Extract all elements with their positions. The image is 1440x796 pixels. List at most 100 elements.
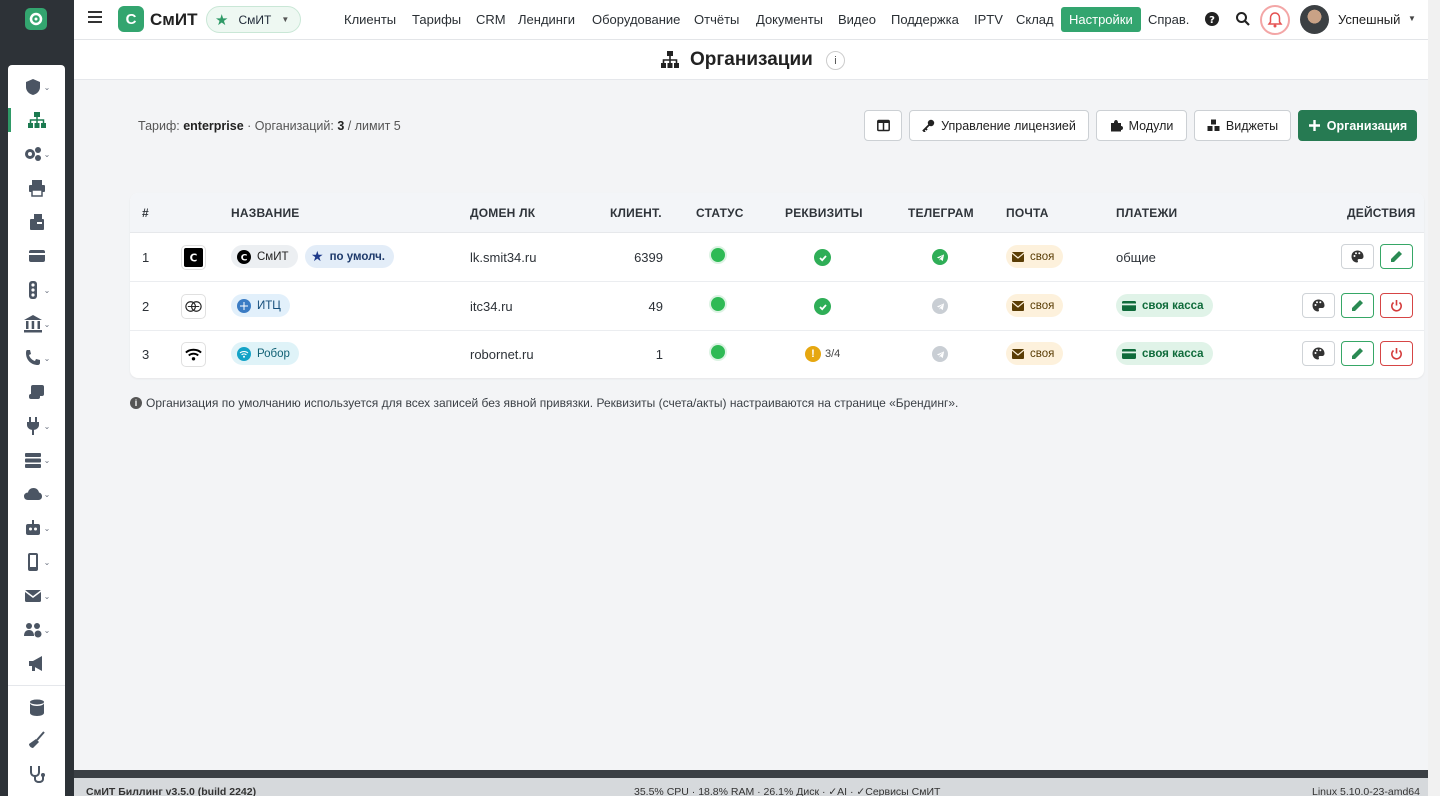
table-header: # НАЗВАНИЕ ДОМЕН ЛК КЛИЕНТ. СТАТУС РЕКВИ…	[130, 193, 1424, 233]
domain[interactable]: robornet.ru	[470, 347, 534, 362]
edit-button[interactable]	[1341, 341, 1374, 366]
col-header-telegram[interactable]: ТЕЛЕГРАМ	[908, 206, 974, 220]
sidebar-item-telephony[interactable]: ⌄	[8, 343, 65, 373]
status-active-dot	[711, 297, 725, 311]
nav-video[interactable]: Видео	[838, 7, 876, 32]
sitemap-icon	[661, 51, 679, 68]
org-name-pill[interactable]: Робор	[231, 342, 299, 365]
col-header-clients[interactable]: КЛИЕНТ.	[610, 206, 662, 220]
sidebar-item-marketing[interactable]	[8, 649, 65, 679]
sidebar-menu: ⌄ ⌄ ⌄ ⌄ ⌄ ⌄ ⌄ ⌄ ⌄ ⌄ ⌄ ⌄	[8, 65, 65, 796]
col-header-requisites[interactable]: РЕКВИЗИТЫ	[785, 206, 863, 220]
sidebar-item-mobile[interactable]: ⌄	[8, 547, 65, 577]
notifications-bell-icon[interactable]	[1260, 5, 1290, 35]
footer-system-stats: 35.5% CPU · 18.8% RAM · 26.1% Диск · ✓AI…	[634, 786, 941, 796]
sidebar-item-users[interactable]: ⌄	[8, 615, 65, 645]
license-management-button[interactable]: Управление лицензией	[909, 110, 1089, 141]
nav-clients[interactable]: Клиенты	[344, 7, 396, 32]
branding-button[interactable]	[1302, 293, 1335, 318]
sidebar-item-bank[interactable]: ⌄	[8, 309, 65, 339]
mail-label: своя	[1030, 347, 1055, 360]
sidebar-item-scrolls[interactable]	[8, 377, 65, 407]
nav-crm[interactable]: CRM	[476, 7, 506, 32]
add-organization-button[interactable]: Организация	[1298, 110, 1417, 141]
nav-support[interactable]: Поддержка	[891, 7, 959, 32]
org-name-pill[interactable]: ИТЦ	[231, 294, 290, 317]
sidebar-item-bots[interactable]: ⌄	[8, 513, 65, 543]
sidebar-item-fax[interactable]	[8, 207, 65, 237]
nav-landings[interactable]: Лендинги	[518, 7, 575, 32]
org-name-pill[interactable]: С СмИТ	[231, 245, 298, 268]
info-button[interactable]: i	[826, 51, 845, 70]
col-header-status[interactable]: СТАТУС	[696, 206, 744, 220]
nav-tariffs[interactable]: Тарифы	[412, 7, 461, 32]
nav-equipment[interactable]: Оборудование	[592, 7, 680, 32]
domain[interactable]: itc34.ru	[470, 299, 513, 314]
sidebar-item-servers[interactable]: ⌄	[8, 445, 65, 475]
edit-button[interactable]	[1341, 293, 1374, 318]
telegram-icon	[932, 298, 948, 314]
chevron-down-icon: ▼	[281, 15, 290, 24]
sidebar-item-printers[interactable]	[8, 173, 65, 203]
domain[interactable]: lk.smit34.ru	[470, 250, 536, 265]
clients-count: 49	[648, 299, 663, 314]
col-header-name[interactable]: НАЗВАНИЕ	[231, 206, 299, 220]
deactivate-button[interactable]	[1380, 293, 1413, 318]
sidebar-divider	[8, 685, 65, 686]
nav-warehouse[interactable]: Склад	[1016, 7, 1054, 32]
modules-button[interactable]: Модули	[1096, 110, 1187, 141]
sidebar-item-payments[interactable]	[8, 241, 65, 271]
widgets-button[interactable]: Виджеты	[1194, 110, 1291, 141]
hamburger-menu-icon[interactable]	[88, 11, 102, 25]
nav-documents[interactable]: Документы	[756, 7, 823, 32]
plug-icon	[26, 417, 39, 435]
sidebar-item-mail[interactable]: ⌄	[8, 581, 65, 611]
col-header-payments[interactable]: ПЛАТЕЖИ	[1116, 206, 1177, 220]
avatar[interactable]	[1300, 5, 1329, 34]
fax-icon	[29, 214, 44, 230]
col-header-domain[interactable]: ДОМЕН ЛК	[470, 206, 535, 220]
table-row[interactable]: 1 С С СмИТ ★ по умолч. lk.smit34.ru 6399 с…	[130, 233, 1424, 282]
status-active-dot	[711, 345, 725, 359]
sidebar-item-cleanup[interactable]	[8, 725, 65, 755]
app-logo-icon[interactable]	[25, 8, 47, 30]
footer-version: СмИТ Биллинг v3.5.0 (build 2242)	[86, 786, 257, 796]
brand-name[interactable]: СмИТ	[150, 10, 197, 30]
sidebar-item-diagnostics[interactable]	[8, 759, 65, 789]
sidebar-item-plugins[interactable]: ⌄	[8, 411, 65, 441]
users-cog-icon	[23, 623, 42, 638]
nav-settings[interactable]: Настройки	[1061, 7, 1141, 32]
user-name[interactable]: Успешный	[1338, 12, 1400, 27]
branding-button[interactable]	[1302, 341, 1335, 366]
branding-button[interactable]	[1341, 244, 1374, 269]
scroll-icon	[28, 385, 44, 399]
plus-icon	[1308, 120, 1320, 131]
search-icon[interactable]	[1235, 11, 1251, 27]
nav-iptv[interactable]: IPTV	[974, 7, 1003, 32]
nav-reports[interactable]: Отчёты	[694, 7, 739, 32]
palette-icon	[1312, 299, 1325, 312]
col-header-mail[interactable]: ПОЧТА	[1006, 206, 1049, 220]
org-name: Робор	[257, 347, 290, 360]
scrollbar[interactable]	[1428, 0, 1440, 796]
default-badge: ★ по умолч.	[305, 245, 394, 268]
deactivate-button[interactable]	[1380, 341, 1413, 366]
nav-help[interactable]: Справ.	[1148, 7, 1189, 32]
brand-logo[interactable]: С	[118, 6, 144, 32]
columns-toggle-button[interactable]	[864, 110, 902, 141]
chevron-down-icon[interactable]: ▼	[1408, 14, 1416, 23]
org-selector[interactable]: ★ СмИТ ▼	[206, 6, 301, 33]
edit-button[interactable]	[1380, 244, 1413, 269]
sidebar-item-settings[interactable]: ⌄	[8, 139, 65, 169]
table-row[interactable]: 3 Робор robornet.ru 1 ! 3/4 своя своя кас…	[130, 330, 1424, 379]
sidebar-item-security[interactable]: ⌄	[8, 72, 65, 102]
table-row[interactable]: 2 ИТЦ itc34.ru 49 своя своя касса	[130, 282, 1424, 331]
sidebar-item-cloud[interactable]: ⌄	[8, 479, 65, 509]
telegram-icon	[932, 346, 948, 362]
svg-text:С: С	[190, 252, 198, 264]
sidebar-item-database[interactable]	[8, 693, 65, 723]
row-num: 1	[142, 250, 150, 265]
sidebar-item-traffic[interactable]: ⌄	[8, 275, 65, 305]
sidebar-item-organizations[interactable]	[8, 105, 65, 135]
question-circle-icon[interactable]: ?	[1204, 11, 1220, 27]
